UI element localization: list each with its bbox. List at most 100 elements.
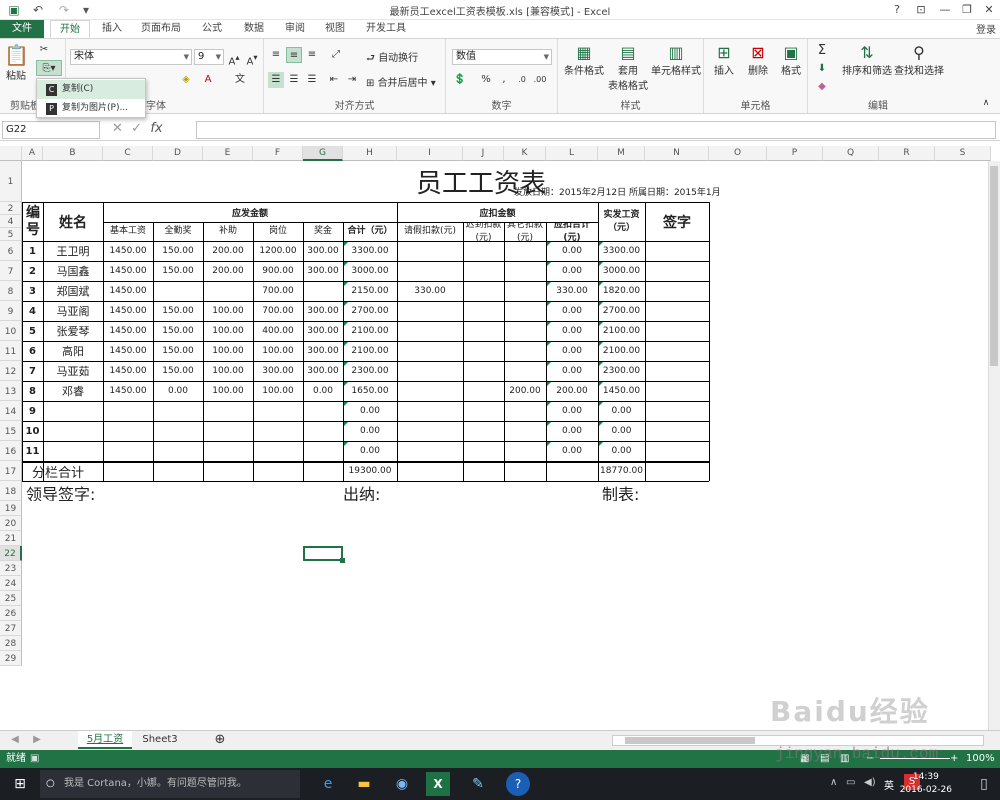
increase-decimal-icon[interactable]: .0 [514,72,530,88]
browser-icon[interactable]: ◉ [390,772,414,796]
number-format-select[interactable]: 数值 ▼ [452,49,552,65]
row-header-16[interactable]: 16 [0,441,22,461]
fill-icon[interactable]: ⬇ [814,61,830,77]
help-icon[interactable]: ? [886,1,908,19]
formula-input[interactable] [196,121,996,139]
add-sheet-icon[interactable]: ⊕ [210,731,230,749]
minimize-icon[interactable]: — [934,1,956,19]
align-top-icon[interactable]: ≡ [268,47,284,63]
help-app-icon[interactable]: ? [506,772,530,796]
restore-icon[interactable]: ❐ [956,1,978,19]
comma-icon[interactable]: , [496,72,512,88]
row-header-11[interactable]: 11 [0,341,22,361]
row-header-19[interactable]: 19 [0,501,22,516]
collapse-ribbon-icon[interactable]: ∧ [978,95,994,111]
row-header-22[interactable]: 22 [0,546,22,561]
column-header-Q[interactable]: Q [823,146,879,161]
tab-page-layout[interactable]: 页面布局 [136,20,186,38]
column-header-B[interactable]: B [43,146,103,161]
enter-icon[interactable]: ✓ [131,121,142,136]
align-center-icon[interactable]: ☰ [286,72,302,88]
clear-icon[interactable]: ◆ [814,79,830,95]
percent-button[interactable]: % [478,72,494,88]
menu-item-copy[interactable]: C 复制(C) [37,80,145,99]
row-header-17[interactable]: 17 [0,461,22,481]
zoom-level[interactable]: 100% [966,750,995,768]
column-header-C[interactable]: C [103,146,153,161]
tab-view[interactable]: 视图 [318,20,352,38]
column-header-G[interactable]: G [303,146,343,161]
row-header-14[interactable]: 14 [0,401,22,421]
row-header-27[interactable]: 27 [0,621,22,636]
file-explorer-icon[interactable]: ▬ [352,772,376,796]
delete-cells-button[interactable]: ⊠ 删除 [742,43,774,77]
increase-indent-icon[interactable]: ⇥ [344,72,360,88]
align-bottom-icon[interactable]: ≡ [304,47,320,63]
windows-start-icon[interactable]: ⊞ [8,772,32,796]
insert-cells-button[interactable]: ⊞ 插入 [708,43,740,77]
row-header-18[interactable]: 18 [0,481,22,501]
tab-review[interactable]: 审阅 [278,20,312,38]
row-header-8[interactable]: 8 [0,281,22,301]
tab-insert[interactable]: 插入 [92,20,132,38]
menu-item-copy-as-picture[interactable]: P 复制为图片(P)... [37,99,145,118]
selected-cell-G22[interactable] [303,546,343,561]
spreadsheet-grid[interactable]: A B C D E F G H I J K L M N O P Q R S 1 2 4 5 6 7 8 9 10 11 12 13 14 15 1… [0,146,1000,730]
sheet-tab-sheet3[interactable]: Sheet3 [136,731,184,749]
tab-file[interactable]: 文件 [0,20,44,38]
column-header-F[interactable]: F [253,146,303,161]
copy-button[interactable]: ⎘▾ [36,60,62,76]
decrease-indent-icon[interactable]: ⇤ [326,72,342,88]
clock[interactable]: 14:39 2016-02-26 [900,771,952,797]
sort-filter-button[interactable]: ⇅ 排序和筛选 [842,43,892,77]
autosum-icon[interactable]: Σ [814,43,830,59]
vertical-scrollbar-thumb[interactable] [990,166,998,366]
close-icon[interactable]: ✕ [978,1,1000,19]
row-header-1[interactable]: 1 [0,161,22,202]
macro-record-icon[interactable]: ▣ [30,750,39,768]
format-as-table-button[interactable]: ▤ 套用 表格格式 [606,43,650,92]
find-select-button[interactable]: ⚲ 查找和选择 [894,43,944,77]
row-header-29[interactable]: 29 [0,651,22,666]
row-header-21[interactable]: 21 [0,531,22,546]
wrap-text-button[interactable]: ⮐ 自动换行 [366,49,418,68]
column-header-H[interactable]: H [343,146,397,161]
row-header-2[interactable]: 2 [0,202,22,215]
column-header-I[interactable]: I [397,146,463,161]
row-header-5[interactable]: 5 [0,228,22,241]
merge-center-button[interactable]: ⊞ 合并后居中 ▾ [366,74,436,89]
cortana-search-box[interactable]: ○ 我是 Cortana，小娜。有问题尽管问我。 [40,770,300,798]
column-header-J[interactable]: J [463,146,504,161]
align-right-icon[interactable]: ☰ [304,72,320,88]
row-header-10[interactable]: 10 [0,321,22,341]
align-left-icon[interactable]: ☰ [268,72,284,88]
login-link[interactable]: 登录 [976,21,996,36]
column-header-N[interactable]: N [645,146,709,161]
currency-icon[interactable]: 💲 [452,72,468,88]
row-header-24[interactable]: 24 [0,576,22,591]
font-color-icon[interactable]: A [200,72,216,88]
cell-styles-button[interactable]: ▥ 单元格样式 [650,43,702,77]
column-header-L[interactable]: L [546,146,598,161]
row-header-9[interactable]: 9 [0,301,22,321]
decrease-font-icon[interactable]: A▾ [244,49,260,67]
row-header-7[interactable]: 7 [0,261,22,281]
tab-formulas[interactable]: 公式 [192,20,232,38]
column-header-R[interactable]: R [879,146,935,161]
excel-taskbar-icon[interactable]: X [426,772,450,796]
row-header-4[interactable]: 4 [0,215,22,228]
cancel-icon[interactable]: ✕ [112,121,123,136]
next-sheet-icon[interactable]: ▶ [30,731,44,749]
row-header-6[interactable]: 6 [0,241,22,261]
column-header-M[interactable]: M [598,146,645,161]
name-box[interactable]: G22 [2,121,100,139]
align-middle-icon[interactable]: ≡ [286,47,302,63]
tab-data[interactable]: 数据 [236,20,272,38]
conditional-format-button[interactable]: ▦ 条件格式 [560,43,608,77]
prev-sheet-icon[interactable]: ◀ [8,731,22,749]
column-header-D[interactable]: D [153,146,203,161]
zoom-in-icon[interactable]: + [950,750,958,768]
tray-up-icon[interactable]: ∧ [830,777,837,788]
tab-home[interactable]: 开始 [50,20,90,38]
row-header-28[interactable]: 28 [0,636,22,651]
